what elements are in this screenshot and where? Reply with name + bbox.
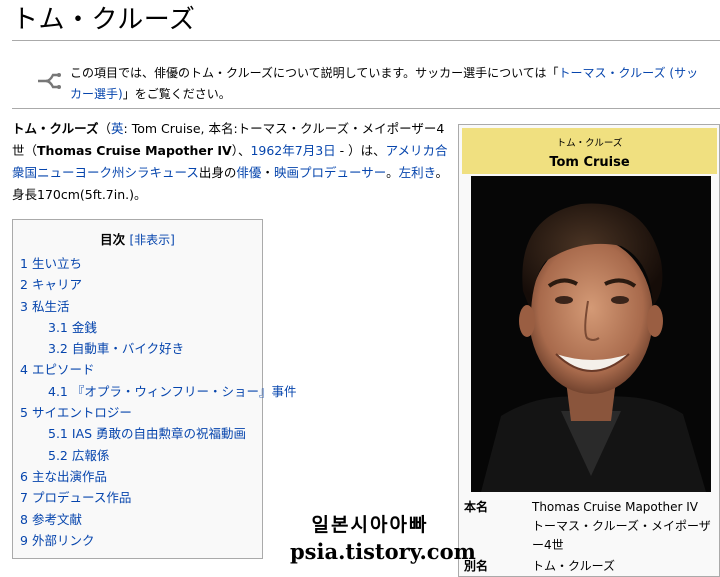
toc-item[interactable]: 3.2 自動車・バイク好き: [13, 338, 262, 359]
toc-item-number: 8: [20, 511, 28, 527]
infobox-value-alias: トム・クルーズ: [532, 559, 616, 573]
infobox-key-real-name: 本名: [464, 500, 489, 514]
toc-item-number: 3.2: [48, 341, 68, 357]
toc-item[interactable]: 7 プロデュース作品: [13, 487, 262, 508]
toc-item[interactable]: 6 主な出演作品: [13, 466, 262, 487]
toc-item-number: 4: [20, 362, 28, 378]
lead-full-name: Thomas Cruise Mapother IV: [37, 143, 232, 158]
infobox: トム・クルーズ Tom Cruise 本名 Thomas Cruise Mapo…: [458, 124, 720, 577]
toc-item-number: 3.1: [48, 319, 68, 335]
toc-header: 目次 [非表示]: [13, 229, 262, 249]
toc-item[interactable]: 5.2 広報係: [13, 445, 262, 466]
toc-item-link[interactable]: エピソード: [32, 362, 95, 377]
toc-item-link[interactable]: サイエントロジー: [32, 405, 132, 420]
lead-separator: ・: [261, 165, 274, 180]
toc-item-link[interactable]: 金銭: [72, 320, 97, 335]
toc-item[interactable]: 3 私生活: [13, 296, 262, 317]
toc-toggle-link[interactable]: [非表示]: [130, 233, 175, 247]
toc-item[interactable]: 9 外部リンク: [13, 530, 262, 551]
infobox-subtitle: トム・クルーズ: [556, 138, 623, 149]
lead-dash: - ）は、: [335, 143, 386, 158]
hatnote-text: この項目では、俳優のトム・クルーズについて説明しています。サッカー選手については…: [70, 63, 710, 105]
portrait-photo[interactable]: [471, 176, 711, 492]
hatnote-text-before: この項目では、俳優のトム・クルーズについて説明しています。サッカー選手については…: [70, 66, 559, 80]
infobox-name: Tom Cruise: [549, 155, 630, 170]
toc-item-link[interactable]: 自動車・バイク好き: [72, 341, 184, 356]
toc-item[interactable]: 1 生い立ち: [13, 253, 262, 274]
left-handed-link[interactable]: 左利き: [399, 165, 436, 180]
toc-item[interactable]: 5 サイエントロジー: [13, 402, 262, 423]
toc-title: 目次: [100, 232, 126, 247]
real-name-latin: Thomas Cruise Mapother IV: [532, 500, 698, 514]
lead-after-name: ）、: [231, 143, 251, 158]
toc-item[interactable]: 4 エピソード: [13, 359, 262, 380]
watermark: 일본시아아빠 psia.tistory.com: [290, 510, 476, 564]
lead-paragraph: トム・クルーズ（英: Tom Cruise, 本名:トーマス・クルーズ・メイポー…: [12, 118, 448, 206]
infobox-header: トム・クルーズ Tom Cruise: [462, 128, 717, 174]
toc-item-link[interactable]: IAS 勇敢の自由勲章の祝福動画: [72, 426, 246, 441]
toc-item[interactable]: 3.1 金銭: [13, 317, 262, 338]
toc-item-link[interactable]: プロデュース作品: [32, 490, 131, 505]
toc-item-link[interactable]: キャリア: [32, 277, 82, 292]
disambiguation-icon: [38, 73, 61, 89]
toc-item[interactable]: 5.1 IAS 勇敢の自由勲章の祝福動画: [13, 423, 262, 444]
watermark-line1: 일본시아아빠: [311, 514, 429, 536]
watermark-line2: psia.tistory.com: [290, 539, 476, 564]
toc-item-number: 4.1: [48, 383, 68, 399]
film-producer-link[interactable]: 映画プロデューサー: [274, 165, 386, 180]
toc-item-link[interactable]: 私生活: [32, 299, 70, 314]
toc-item[interactable]: 8 参考文献: [13, 509, 262, 530]
toc-item-number: 2: [20, 277, 28, 293]
birthdate-link[interactable]: 1962年7月3日: [250, 143, 335, 158]
infobox-value-real-name: Thomas Cruise Mapother IV トーマス・クルーズ・メイポー…: [532, 498, 712, 555]
toc-item-number: 5: [20, 405, 28, 421]
toc-item-link[interactable]: 外部リンク: [32, 533, 95, 548]
table-of-contents: 目次 [非表示] 1 生い立ち 2 キャリア 3 私生活 3.1 金銭 3.2 自動車・バイク好き…: [12, 219, 297, 559]
toc-item-number: 9: [20, 532, 28, 548]
toc-item[interactable]: 4.1 『オプラ・ウィンフリー・ショー』事件: [13, 381, 297, 402]
hatnote: この項目では、俳優のトム・クルーズについて説明しています。サッカー選手については…: [12, 58, 720, 109]
actor-link[interactable]: 俳優: [236, 165, 261, 180]
real-name-kana: トーマス・クルーズ・メイポーザー4世: [532, 519, 711, 552]
lead-name: トム・クルーズ: [12, 121, 99, 136]
portrait-image: [471, 176, 711, 492]
toc-list: 1 生い立ち 2 キャリア 3 私生活 3.1 金銭 3.2 自動車・バイク好き 4 エピソード 4.1…: [13, 253, 297, 551]
page-title: トム・クルーズ: [12, 2, 720, 41]
toc-item-link[interactable]: 主な出演作品: [32, 469, 107, 484]
toc-item-number: 5.1: [48, 426, 68, 442]
lead-period: 。: [386, 165, 399, 180]
toc-item-number: 3: [20, 298, 28, 314]
toc-item-link[interactable]: 広報係: [72, 448, 110, 463]
toc-item-number: 5.2: [48, 447, 68, 463]
toc-item-link[interactable]: 参考文献: [32, 512, 82, 527]
toc-item-number: 1: [20, 256, 28, 271]
toc-item-number: 6: [20, 468, 28, 484]
lang-link[interactable]: 英: [111, 121, 124, 136]
toc-item[interactable]: 2 キャリア: [13, 274, 262, 295]
toc-item-link[interactable]: 『オプラ・ウィンフリー・ショー』事件: [72, 384, 297, 399]
toc-item-number: 7: [20, 490, 28, 506]
lead-paren: （: [98, 121, 112, 136]
lead-origin-after: 出身の: [198, 165, 237, 180]
toc-item-link[interactable]: 生い立ち: [32, 256, 82, 271]
hatnote-text-after: 」をご覧ください。: [122, 87, 231, 101]
